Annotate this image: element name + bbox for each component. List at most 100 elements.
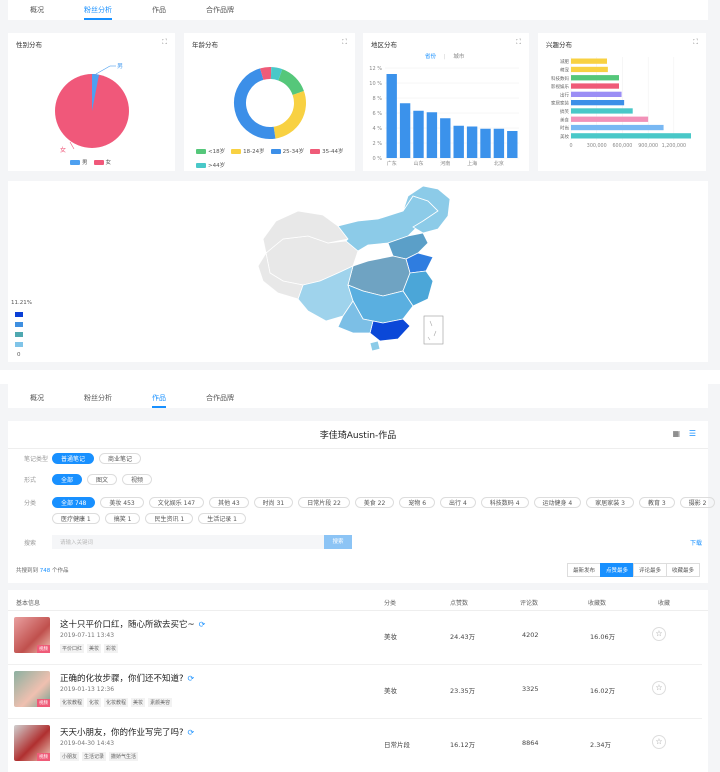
region-bar[interactable]: [386, 74, 397, 158]
tab-works[interactable]: 作品: [152, 5, 166, 20]
table-row[interactable]: 视频 正确的化妆步骤，你们还不知道? ⟳ 2019-01-13 12:36 化妆教…: [8, 665, 702, 719]
interest-bar[interactable]: [571, 91, 622, 97]
post-tag[interactable]: 素颜美容: [148, 698, 173, 707]
filter-chip-form-all[interactable]: 全部: [52, 474, 83, 485]
filter-chip-category[interactable]: 出行 4: [440, 497, 476, 508]
map-legend-swatch-2[interactable]: [15, 322, 23, 327]
region-bar[interactable]: [413, 110, 424, 158]
sort-most-likes[interactable]: 点赞最多: [599, 563, 634, 577]
region-bar[interactable]: [440, 118, 451, 158]
filter-chip-category[interactable]: 医疗健康 1: [52, 513, 100, 524]
filter-chip-category[interactable]: 其他 43: [209, 497, 249, 508]
donut-slice-1[interactable]: [273, 90, 306, 139]
post-thumbnail[interactable]: 视频: [14, 725, 50, 761]
interest-bar[interactable]: [571, 124, 664, 131]
legend-female[interactable]: 女: [93, 158, 111, 166]
post-tag[interactable]: 化妆: [87, 698, 102, 707]
map-legend-swatch-4[interactable]: [15, 342, 23, 347]
legend-25-34[interactable]: 25-34岁: [270, 147, 304, 155]
refresh-icon[interactable]: ⟳: [188, 728, 195, 737]
donut-slice-4[interactable]: [270, 67, 283, 81]
post-thumbnail[interactable]: 视频: [14, 617, 50, 653]
filter-chip-category[interactable]: 美妆 453: [100, 497, 144, 508]
post-tag[interactable]: 撒娇气生活: [109, 752, 139, 761]
filter-chip-category[interactable]: 搞笑 1: [104, 513, 141, 524]
interest-bar[interactable]: [571, 100, 625, 106]
region-bar[interactable]: [480, 128, 491, 158]
sort-most-favorites[interactable]: 收藏最多: [665, 563, 700, 577]
sort-most-comments[interactable]: 评论最多: [632, 563, 667, 577]
post-tag[interactable]: 生活记录: [82, 752, 107, 761]
favorite-star-icon[interactable]: ☆: [652, 627, 666, 641]
filter-chip-category[interactable]: 宠物 6: [399, 497, 436, 508]
map-legend-swatch-3[interactable]: [15, 332, 23, 337]
interest-bar[interactable]: [571, 66, 608, 73]
legend-18-24[interactable]: 18-24岁: [231, 147, 265, 155]
filter-chip-business-note[interactable]: 商业笔记: [99, 453, 142, 464]
region-bar[interactable]: [466, 126, 478, 159]
filter-chip-category[interactable]: 科技数码 4: [480, 497, 529, 508]
tab-works-2[interactable]: 作品: [152, 393, 166, 408]
filter-chip-normal-note[interactable]: 普通笔记: [52, 453, 95, 464]
map-legend-swatch-1[interactable]: [15, 312, 23, 317]
post-thumbnail[interactable]: 视频: [14, 671, 50, 707]
post-title[interactable]: 天天小朋友，你的作业写完了吗? ⟳: [60, 726, 194, 738]
filter-chip-category[interactable]: 运动健身 4: [533, 497, 582, 508]
interest-bar[interactable]: [571, 108, 633, 114]
legend-over44[interactable]: >44岁: [196, 161, 225, 169]
region-bar[interactable]: [453, 125, 464, 158]
filter-chip-category[interactable]: 全部 748: [52, 497, 96, 508]
table-row[interactable]: 视频 这十只平价口红，随心所欲去买它~ ⟳ 2019-07-11 13:43 平价…: [8, 611, 702, 665]
filter-chip-form-video[interactable]: 视频: [122, 474, 153, 485]
region-bar[interactable]: [399, 103, 411, 158]
filter-chip-category[interactable]: 日常片段 22: [298, 497, 350, 508]
interest-bar[interactable]: [571, 75, 619, 81]
post-tag[interactable]: 美妆: [87, 644, 102, 653]
favorite-star-icon[interactable]: ☆: [652, 681, 666, 695]
refresh-icon[interactable]: ⟳: [199, 620, 206, 629]
post-tag[interactable]: 小朋友: [60, 752, 80, 761]
filter-chip-category[interactable]: 生活记录 1: [198, 513, 246, 524]
donut-slice-3[interactable]: [260, 67, 272, 80]
interest-bar[interactable]: [571, 133, 691, 139]
filter-chip-category[interactable]: 文化娱乐 147: [148, 497, 205, 508]
donut-slice-0[interactable]: [277, 69, 304, 96]
filter-chip-form-image[interactable]: 图文: [87, 474, 118, 485]
favorite-star-icon[interactable]: ☆: [652, 735, 666, 749]
search-button[interactable]: 搜索: [324, 535, 352, 549]
post-title[interactable]: 正确的化妆步骤，你们还不知道? ⟳: [60, 672, 194, 684]
search-input[interactable]: 请输入关键词: [52, 535, 324, 549]
legend-male[interactable]: 男: [70, 158, 88, 166]
sort-latest[interactable]: 最新发布: [566, 563, 601, 577]
post-tag[interactable]: 美妆: [131, 698, 146, 707]
donut-slice-2[interactable]: [234, 68, 276, 139]
refresh-icon[interactable]: ⟳: [188, 674, 195, 683]
post-title[interactable]: 这十只平价口红，随心所欲去买它~ ⟳: [60, 618, 205, 630]
tab-fans-analysis[interactable]: 粉丝分析: [84, 5, 112, 20]
tab-overview-2[interactable]: 概况: [30, 393, 44, 408]
region-bar[interactable]: [493, 128, 505, 158]
download-link[interactable]: 下载: [690, 538, 702, 547]
legend-35-44[interactable]: 35-44岁: [310, 147, 344, 155]
filter-chip-category[interactable]: 民生资讯 1: [145, 513, 194, 524]
tab-brands-2[interactable]: 合作品牌: [206, 393, 234, 408]
region-bar[interactable]: [507, 131, 518, 158]
tab-brands[interactable]: 合作品牌: [206, 5, 234, 20]
filter-chip-category[interactable]: 摄影 2: [679, 497, 716, 508]
tab-overview[interactable]: 概况: [30, 5, 44, 20]
legend-under18[interactable]: <18岁: [196, 147, 225, 155]
interest-bar[interactable]: [571, 58, 607, 64]
grid-view-icon[interactable]: ▦: [672, 429, 680, 438]
post-tag[interactable]: 彩妆: [104, 644, 119, 653]
post-tag[interactable]: 化妆教程: [60, 698, 85, 707]
interest-bar[interactable]: [571, 116, 649, 122]
filter-chip-category[interactable]: 时尚 31: [253, 497, 294, 508]
table-row[interactable]: 视频 天天小朋友，你的作业写完了吗? ⟳ 2019-04-30 14:43 小朋友…: [8, 719, 702, 772]
filter-chip-category[interactable]: 美食 22: [354, 497, 395, 508]
filter-chip-category[interactable]: 教育 3: [638, 497, 675, 508]
post-tag[interactable]: 平价口红: [60, 644, 85, 653]
filter-chip-category[interactable]: 家居家装 3: [586, 497, 634, 508]
interest-bar[interactable]: [571, 83, 619, 89]
region-bar[interactable]: [426, 112, 438, 158]
tab-fans-analysis-2[interactable]: 粉丝分析: [84, 393, 112, 408]
